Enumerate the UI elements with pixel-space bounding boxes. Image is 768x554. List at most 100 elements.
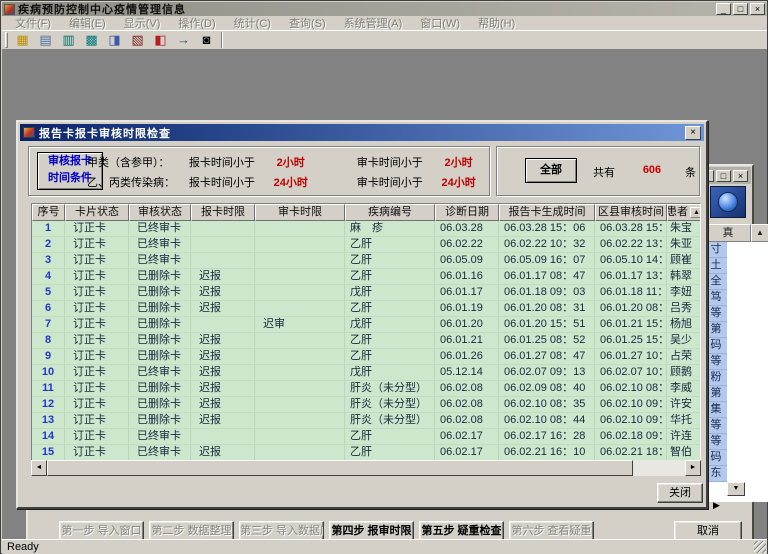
table-row[interactable]: 2 订正卡 已终审卡 乙肝 06.02.22 06.02.22 10：32 06… [32,237,700,253]
col-header-created-time[interactable]: 报告卡生成时间 [499,204,595,221]
cell-report-limit: 迟报 [191,285,255,300]
cell-county-audit-time: 06.01.20 08：55 [595,301,667,316]
table-row[interactable]: 13 订正卡 已删除卡 迟报 肝炎（未分型） 06.02.08 06.02.10… [32,413,700,429]
card-import-icon[interactable]: ◧ [149,31,172,49]
table-row[interactable]: 9 订正卡 已删除卡 迟报 乙肝 06.01.26 06.01.27 08：47… [32,349,700,365]
col-header-card-status[interactable]: 卡片状态 [65,204,129,221]
table-row[interactable]: 15 订正卡 已终审卡 迟报 乙肝 06.02.17 06.02.21 16：1… [32,445,700,461]
background-grid-cell: 第 [705,386,727,402]
col-header-diagnosis-date[interactable]: 诊断日期 [435,204,499,221]
cell-county-audit-time: 06.05.10 14：18 [595,253,667,268]
bg-close-button[interactable]: × [733,170,748,182]
cell-diagnosis-date: 06.01.26 [435,349,499,364]
menu-item[interactable]: 查询(S) [280,15,335,31]
close-button[interactable]: × [750,3,765,15]
status-text: Ready [7,541,39,553]
power-off-icon[interactable]: ◙ [195,31,218,49]
scroll-right-icon[interactable]: ► [685,460,701,476]
report-edit-icon[interactable]: ▧ [126,31,149,49]
close-dialog-button[interactable]: 关闭 [657,483,703,503]
bg-restore-button[interactable]: □ [716,170,731,182]
col-header-patient[interactable]: 患者 ▲ [667,204,701,221]
data-export-icon[interactable]: ◨ [103,31,126,49]
card-browse-icon[interactable]: ▦ [11,31,34,49]
cell-card-status: 订正卡 [65,237,129,252]
sort-up-icon: ▲ [690,207,701,218]
table-row[interactable]: 10 订正卡 已终审卡 迟报 戊肝 05.12.14 06.02.07 09：1… [32,365,700,381]
cell-index: 9 [32,349,65,364]
menu-item[interactable]: 系统管理(A) [335,15,412,31]
menu-item[interactable]: 统计(C) [225,15,280,31]
cell-audit-status: 已删除卡 [129,317,191,332]
cell-card-status: 订正卡 [65,397,129,412]
menu-item[interactable]: 编辑(E) [60,15,115,31]
cell-report-limit [191,253,255,268]
cell-diagnosis-date: 06.01.17 [435,285,499,300]
resize-grip[interactable] [754,541,766,553]
condition-rows: 甲类（含参甲）： 报卡时间小于 2小时 审卡时间小于 2小时 乙、丙类传染病： … [87,147,485,195]
card-filter-icon[interactable]: ▥ [57,31,80,49]
cell-report-limit: 迟报 [191,445,255,460]
table-row[interactable]: 7 订正卡 已删除卡 迟审 戊肝 06.01.20 06.01.20 15：51… [32,317,700,333]
scrollbar-thumb[interactable] [47,460,633,476]
menu-item[interactable]: 帮助(H) [469,15,524,31]
col-header-disease[interactable]: 疾病编号 [345,204,435,221]
restore-button[interactable]: □ [733,3,748,15]
scroll-left-icon[interactable]: ◄ [31,460,47,476]
col-header-audit-limit[interactable]: 审卡时限 [255,204,345,221]
cell-county-audit-time: 06.02.10 08：30 [595,381,667,396]
cell-patient: 杨旭 [667,317,701,332]
cell-disease: 肝炎（未分型） [345,381,435,396]
table-row[interactable]: 5 订正卡 已删除卡 迟报 戊肝 06.01.17 06.01.18 09：03… [32,285,700,301]
col-header-audit-status[interactable]: 审核状态 [129,204,191,221]
cell-report-limit [191,429,255,444]
cell-disease: 肝炎（未分型） [345,397,435,412]
report-table: 序号 卡片状态 审核状态 报卡时限 审卡时限 疾病编号 诊断日期 报告卡生成时间… [31,203,701,476]
table-row[interactable]: 11 订正卡 已删除卡 迟报 肝炎（未分型） 06.02.08 06.02.09… [32,381,700,397]
menu-item[interactable]: 操作(D) [169,15,224,31]
table-row[interactable]: 14 订正卡 已终审卡 乙肝 06.02.17 06.02.17 16：28 0… [32,429,700,445]
cell-index: 1 [32,221,65,236]
table-row[interactable]: 12 订正卡 已删除卡 迟报 肝炎（未分型） 06.02.08 06.02.10… [32,397,700,413]
cell-county-audit-time: 06.01.21 15：58 [595,317,667,332]
cell-county-audit-time: 06.03.28 15：18 [595,221,667,236]
menu-item[interactable]: 文件(F) [6,15,60,31]
background-grid-cell: 等 [705,306,727,322]
cell-diagnosis-date: 06.05.09 [435,253,499,268]
menu-item[interactable]: 显示(V) [115,15,170,31]
scroll-down-icon[interactable]: ▼ [727,482,745,496]
card-open-icon[interactable]: ▤ [34,31,57,49]
background-grid-header[interactable]: 真 [705,224,751,242]
cell-audit-status: 已终审卡 [129,445,191,460]
dialog-close-button[interactable]: × [685,126,701,140]
cell-audit-status: 已删除卡 [129,269,191,284]
col-header-index[interactable]: 序号 [32,204,65,221]
cell-report-limit: 迟报 [191,365,255,380]
sort-up-icon[interactable]: ▲ [751,224,768,242]
cell-diagnosis-date: 06.02.17 [435,429,499,444]
background-grid-cell: 粉 [705,370,727,386]
table-row[interactable]: 8 订正卡 已删除卡 迟报 乙肝 06.01.21 06.01.25 08：52… [32,333,700,349]
menu-item[interactable]: 窗口(W) [411,15,469,31]
col-header-report-limit[interactable]: 报卡时限 [191,204,255,221]
cell-created-time: 06.02.17 16：28 [499,429,595,444]
table-row[interactable]: 1 订正卡 已终审卡 麻 疹 06.03.28 06.03.28 15：06 0… [32,221,700,237]
col-header-county-audit-time[interactable]: 区县审核时间 [595,204,667,221]
cell-audit-status: 已删除卡 [129,413,191,428]
table-row[interactable]: 4 订正卡 已删除卡 迟报 乙肝 06.01.16 06.01.17 08：47… [32,269,700,285]
cell-created-time: 06.02.09 08：40 [499,381,595,396]
cell-index: 5 [32,285,65,300]
toolbar: ▦ ▤ ▥ ▩ ◨ ▧ ◧ [2,30,767,50]
selected-app-icon[interactable] [710,186,746,218]
condition-row: 甲类（含参甲）： 报卡时间小于 2小时 审卡时间小于 2小时 [87,154,485,170]
cell-disease: 肝炎（未分型） [345,413,435,428]
all-button[interactable]: 全部 [525,158,577,183]
exit-arrow-icon[interactable]: → [172,31,195,49]
table-row[interactable]: 3 订正卡 已终审卡 乙肝 06.05.09 06.05.09 16：07 06… [32,253,700,269]
cell-disease: 麻 疹 [345,221,435,236]
minimize-button[interactable]: _ [716,3,731,15]
dialog-report-audit-check: 报告卡报卡审核时限检查 × 审核报卡 时间条件 甲类（含参甲）： 报卡时间小于 … [16,120,708,509]
card-organize-icon[interactable]: ▩ [80,31,103,49]
condition-row: 乙、丙类传染病： 报卡时间小于 24小时 审卡时间小于 24小时 [87,174,485,190]
table-row[interactable]: 6 订正卡 已删除卡 迟报 乙肝 06.01.19 06.01.20 08：31… [32,301,700,317]
